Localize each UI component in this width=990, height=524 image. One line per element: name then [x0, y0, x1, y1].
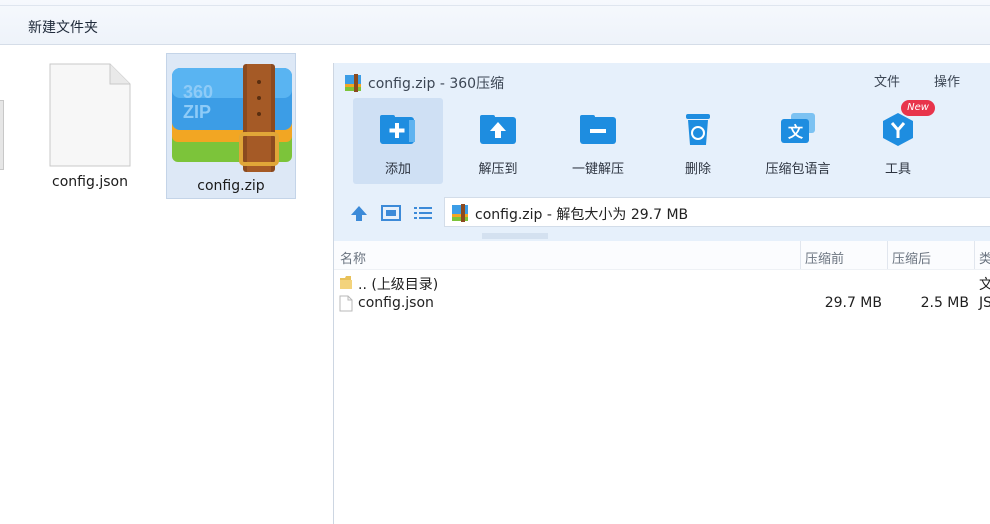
tools-icon [883, 113, 913, 146]
column-divider[interactable] [974, 241, 975, 269]
add-icon [380, 115, 415, 144]
tools-button[interactable]: New 工具 [853, 98, 943, 184]
path-text: config.zip - 解包大小为 29.7 MB [475, 207, 689, 223]
row-size-after: 2.5 MB [920, 295, 969, 311]
svg-text:文: 文 [788, 123, 804, 141]
toolbar: 添加 解压到 一键解压 删除 文 压缩包语言 New 工具 [352, 98, 990, 186]
add-label: 添加 [384, 162, 411, 177]
row-name: .. (上级目录) [358, 277, 439, 293]
one-click-extract-label: 一键解压 [571, 162, 624, 177]
column-before[interactable]: 压缩前 [805, 248, 844, 267]
file-name: config.zip [197, 178, 265, 194]
up-arrow-icon[interactable] [348, 203, 370, 223]
extract-to-label: 解压到 [478, 162, 518, 177]
row-size-before: 29.7 MB [824, 295, 882, 311]
svg-text:ZIP: ZIP [183, 102, 211, 122]
partial-file-item[interactable] [0, 100, 4, 170]
window-title-text: config.zip - 360压缩 [368, 76, 505, 92]
zip-header: config.zip - 360压缩 文件 操作 添加 解压到 一键解压 删除 … [334, 63, 990, 241]
scroll-indicator[interactable] [482, 233, 548, 239]
file-item-config-json[interactable]: config.json [44, 60, 136, 190]
row-name: config.json [358, 295, 434, 311]
folder-icon [340, 276, 352, 289]
list-row-parent[interactable]: .. (上级目录) 文 [334, 272, 990, 293]
new-folder-button[interactable]: 新建文件夹 [26, 16, 100, 38]
thumbnail-view-icon[interactable] [380, 203, 402, 223]
column-divider[interactable] [887, 241, 888, 269]
explorer-command-bar: 新建文件夹 [0, 0, 990, 45]
menu-file[interactable]: 文件 [874, 71, 900, 90]
recycle-bin-icon [686, 114, 710, 145]
column-name[interactable]: 名称 [340, 248, 366, 267]
file-icon [339, 295, 353, 312]
archive-language-icon: 文 [781, 113, 815, 143]
list-view-icon[interactable] [412, 203, 434, 223]
row-type: JS [979, 295, 990, 311]
column-divider[interactable] [800, 241, 801, 269]
archive-language-button[interactable]: 文 压缩包语言 [753, 98, 843, 184]
add-button[interactable]: 添加 [353, 98, 443, 184]
menu-ops[interactable]: 操作 [934, 71, 960, 90]
extract-to-icon [480, 115, 516, 144]
extract-to-button[interactable]: 解压到 [453, 98, 543, 184]
list-row-file[interactable]: config.json 29.7 MB 2.5 MB JS [334, 293, 990, 314]
row-type: 文 [979, 277, 990, 293]
360zip-archive-icon: 360 ZIP [172, 64, 292, 172]
navigation-row: config.zip - 解包大小为 29.7 MB [334, 193, 990, 233]
delete-label: 删除 [684, 162, 711, 177]
360zip-archive-icon [452, 204, 468, 222]
column-type[interactable]: 类 [979, 248, 990, 267]
360zip-app-icon [345, 74, 361, 92]
zip-window: config.zip - 360压缩 文件 操作 添加 解压到 一键解压 删除 … [333, 63, 990, 524]
new-badge: New [907, 102, 929, 113]
one-click-extract-icon [580, 115, 616, 144]
document-icon [49, 63, 131, 167]
one-click-extract-button[interactable]: 一键解压 [553, 98, 643, 184]
list-header: 名称 压缩前 压缩后 类 [334, 241, 990, 270]
column-after[interactable]: 压缩后 [892, 248, 931, 267]
window-title: config.zip - 360压缩 [344, 73, 504, 93]
file-item-config-zip[interactable]: 360 ZIP config.zip [166, 53, 296, 199]
archive-language-label: 压缩包语言 [765, 162, 831, 177]
svg-text:360: 360 [183, 82, 213, 102]
file-name: config.json [52, 174, 128, 190]
divider [0, 5, 990, 6]
tools-label: 工具 [884, 162, 911, 177]
delete-button[interactable]: 删除 [653, 98, 743, 184]
path-bar[interactable]: config.zip - 解包大小为 29.7 MB [444, 197, 990, 227]
